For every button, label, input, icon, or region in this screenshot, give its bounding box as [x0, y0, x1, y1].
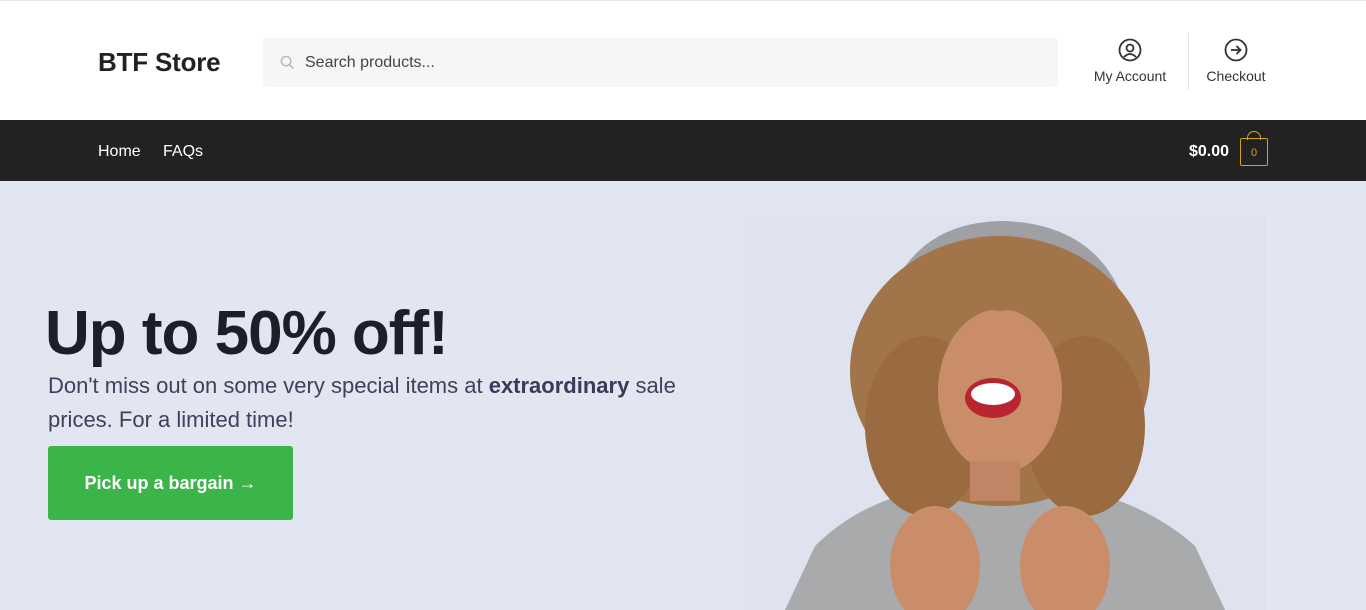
checkout-label: Checkout: [1206, 68, 1266, 84]
nav-item-faqs[interactable]: FAQs: [163, 143, 203, 161]
nav-item-home[interactable]: Home: [98, 143, 141, 161]
header-divider: [1188, 33, 1189, 90]
my-account-link[interactable]: My Account: [1090, 38, 1170, 84]
cart-total[interactable]: $0.00: [1189, 143, 1229, 161]
site-logo[interactable]: BTF Store: [98, 47, 221, 78]
primary-navigation: Home FAQs $0.00: [0, 120, 1366, 181]
search-icon: [280, 55, 295, 70]
checkout-link[interactable]: Checkout: [1200, 38, 1272, 84]
search-input[interactable]: [305, 38, 1045, 87]
my-account-label: My Account: [1093, 68, 1167, 84]
user-circle-icon: [1118, 38, 1142, 62]
hero-text-emphasis: extraordinary: [488, 373, 630, 398]
site-header: BTF Store My Account Checkout: [0, 0, 1366, 120]
cart-count-badge[interactable]: 0: [1240, 138, 1268, 166]
hero-image-illustration: [785, 221, 1225, 610]
pick-up-bargain-button[interactable]: Pick up a bargain →: [48, 446, 293, 520]
hero-title: Up to 50% off!: [45, 299, 449, 368]
hero-banner: Up to 50% off! Don't miss out on some ve…: [0, 181, 1366, 610]
arrow-circle-right-icon: [1224, 38, 1248, 62]
search-bar: [263, 38, 1058, 87]
hero-description: Don't miss out on some very special item…: [48, 369, 688, 437]
hero-image: [745, 216, 1266, 610]
hero-text-start: Don't miss out on some very special item…: [48, 373, 489, 398]
